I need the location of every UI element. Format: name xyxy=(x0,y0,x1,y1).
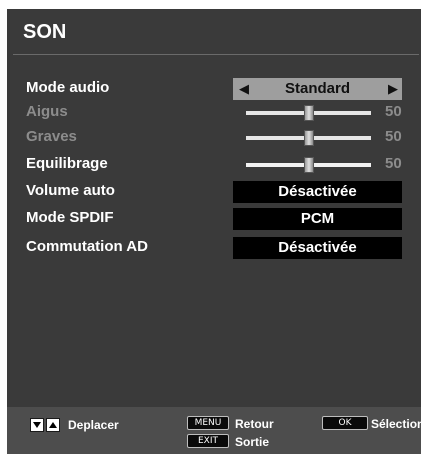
up-triangle-icon xyxy=(46,418,60,432)
commutation-ad-value-box[interactable]: Désactivée xyxy=(233,237,402,259)
menu-item-mode-spdif[interactable]: Mode SPDIF PCM xyxy=(7,208,421,230)
graves-slider xyxy=(246,130,371,146)
equilibrage-value: 50 xyxy=(385,155,402,172)
aigus-slider-knob xyxy=(303,105,314,121)
menu-key: MENU xyxy=(187,416,229,430)
mode-audio-label: Mode audio xyxy=(26,79,110,96)
mode-spdif-value: PCM xyxy=(300,210,335,227)
graves-label: Graves xyxy=(26,128,77,145)
ok-key: OK xyxy=(322,416,368,430)
mode-audio-value: Standard xyxy=(284,80,350,97)
move-hint-label: Deplacer xyxy=(68,418,119,432)
back-hint-label: Retour xyxy=(235,417,274,431)
title-divider xyxy=(13,54,419,55)
equilibrage-slider[interactable] xyxy=(246,157,371,173)
menu-item-equilibrage[interactable]: Equilibrage 50 xyxy=(7,154,421,176)
sound-settings-menu: SON Mode audio ◀ Standard ▶ Aigus 50 Gra… xyxy=(7,9,421,454)
menu-item-volume-auto[interactable]: Volume auto Désactivée xyxy=(7,181,421,203)
aigus-label: Aigus xyxy=(26,103,68,120)
footer-help-bar: Deplacer MENU Retour EXIT Sortie OK Séle… xyxy=(7,407,421,454)
menu-item-mode-audio[interactable]: Mode audio ◀ Standard ▶ xyxy=(7,78,421,100)
commutation-ad-value: Désactivée xyxy=(278,239,357,256)
select-hint-label: Sélection xyxy=(371,417,421,431)
equilibrage-label: Equilibrage xyxy=(26,155,108,172)
aigus-value: 50 xyxy=(385,103,402,120)
volume-auto-label: Volume auto xyxy=(26,182,115,199)
graves-slider-knob xyxy=(303,130,314,146)
aigus-slider xyxy=(246,105,371,121)
volume-auto-value: Désactivée xyxy=(278,183,357,200)
exit-key: EXIT xyxy=(187,434,229,448)
down-triangle-icon xyxy=(30,418,44,432)
mode-spdif-label: Mode SPDIF xyxy=(26,209,114,226)
equilibrage-slider-knob[interactable] xyxy=(303,157,314,173)
exit-hint-label: Sortie xyxy=(235,435,270,449)
commutation-ad-label: Commutation AD xyxy=(26,238,148,255)
graves-value: 50 xyxy=(385,128,402,145)
volume-auto-value-box[interactable]: Désactivée xyxy=(233,181,402,203)
mode-audio-selector[interactable]: ◀ Standard ▶ xyxy=(233,78,402,100)
mode-spdif-value-box[interactable]: PCM xyxy=(233,208,402,230)
right-triangle-icon[interactable]: ▶ xyxy=(388,82,398,96)
menu-title: SON xyxy=(23,21,67,43)
menu-item-graves: Graves 50 xyxy=(7,127,421,149)
menu-item-commutation-ad[interactable]: Commutation AD Désactivée xyxy=(7,237,421,259)
menu-item-aigus: Aigus 50 xyxy=(7,102,421,124)
